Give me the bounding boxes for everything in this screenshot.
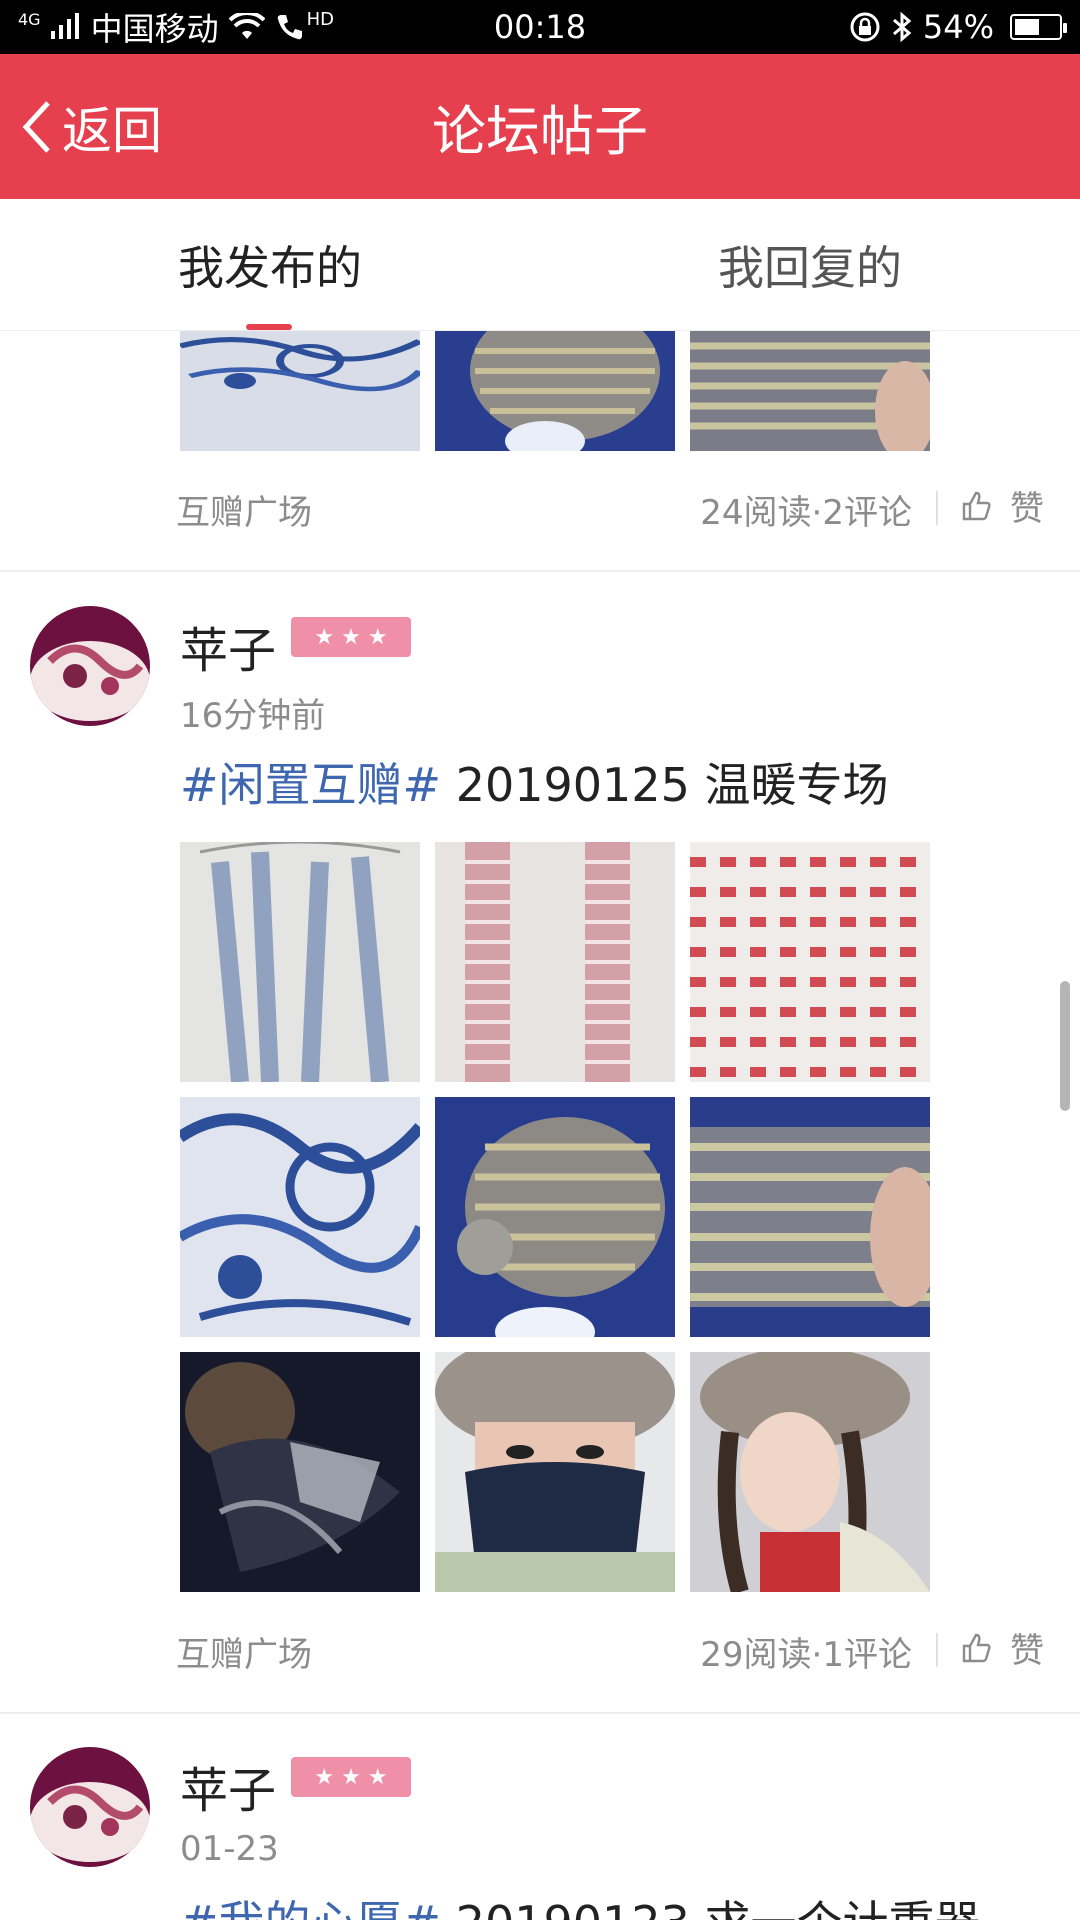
post-image[interactable] <box>690 1097 930 1337</box>
network-type: 4G <box>18 9 41 29</box>
battery-percent: 54% <box>922 8 994 46</box>
post-image[interactable] <box>690 842 930 1082</box>
app-header: 返回 论坛帖子 <box>0 54 1080 199</box>
thumbs-up-icon <box>962 491 991 520</box>
avatar[interactable] <box>30 606 150 726</box>
post-category[interactable]: 互赠广场 <box>176 485 312 534</box>
username[interactable]: 苹子 <box>180 611 276 681</box>
scrollbar[interactable] <box>1060 981 1070 1111</box>
status-right: 54% <box>849 8 1067 46</box>
divider <box>936 1633 938 1667</box>
battery-icon <box>1010 14 1067 40</box>
post-feed[interactable]: 互赠广场 24阅读·2评论 赞 苹子 ★ ★ ★ 16分钟前 #闲置互赠# 20… <box>0 331 1080 1920</box>
divider <box>936 491 938 525</box>
post-time: 01-23 <box>180 1829 279 1869</box>
tab-my-replies[interactable]: 我回复的 <box>540 199 1080 331</box>
level-badge: ★ ★ ★ <box>291 617 411 657</box>
battery-level <box>1015 19 1039 35</box>
post-stats: 24阅读·2评论 <box>700 493 912 533</box>
post-image[interactable] <box>690 1352 930 1592</box>
wifi-icon <box>228 13 265 39</box>
like-label: 赞 <box>1010 1631 1044 1671</box>
post-image[interactable] <box>180 842 420 1082</box>
like-button[interactable]: 赞 <box>960 1623 1044 1672</box>
post-time: 16分钟前 <box>180 696 326 736</box>
post-image[interactable] <box>435 842 675 1082</box>
status-left: 4G 中国移动 HD <box>18 4 342 50</box>
rotation-lock-icon <box>850 12 880 42</box>
like-label: 赞 <box>1010 489 1044 529</box>
page-title: 论坛帖子 <box>432 100 648 163</box>
post-separator <box>0 570 1080 572</box>
bluetooth-icon <box>892 11 912 43</box>
post-tag[interactable]: #我的心愿# <box>180 1896 441 1920</box>
post-image[interactable] <box>180 331 420 451</box>
hd-label: HD <box>306 8 334 30</box>
post-separator <box>0 1712 1080 1714</box>
level-badge: ★ ★ ★ <box>291 1757 411 1797</box>
post-image[interactable] <box>435 1097 675 1337</box>
post-title-text: 20190123 求一个计重器 <box>441 1896 981 1920</box>
status-bar: 4G 中国移动 HD 00:18 54% <box>0 0 1080 54</box>
post-title[interactable]: #我的心愿# 20190123 求一个计重器 <box>180 1887 980 1920</box>
username[interactable]: 苹子 <box>180 1751 276 1821</box>
post-category[interactable]: 互赠广场 <box>176 1627 312 1676</box>
post-title-text: 20190125 温暖专场 <box>441 758 889 812</box>
post-title[interactable]: #闲置互赠# 20190125 温暖专场 <box>180 749 888 815</box>
post-meta: 互赠广场 24阅读·2评论 赞 <box>0 467 1080 547</box>
post-image[interactable] <box>180 1097 420 1337</box>
like-button[interactable]: 赞 <box>960 481 1044 530</box>
active-tab-indicator <box>246 324 292 330</box>
phone-call-icon <box>277 15 302 40</box>
post-image[interactable] <box>435 1352 675 1592</box>
post-stats: 29阅读·1评论 <box>700 1635 912 1675</box>
post-image[interactable] <box>180 1352 420 1592</box>
post-tag[interactable]: #闲置互赠# <box>180 758 441 812</box>
tab-my-posts[interactable]: 我发布的 <box>0 199 540 331</box>
post-meta: 互赠广场 29阅读·1评论 赞 <box>0 1609 1080 1689</box>
post-image[interactable] <box>690 331 930 451</box>
tab-bar: 我发布的 我回复的 <box>0 199 1080 331</box>
thumbs-up-icon <box>962 1633 991 1662</box>
forum-posts-screen: 4G 中国移动 HD 00:18 54% 返回 论坛帖子 我发布的 我回复的 互… <box>0 0 1080 1920</box>
post-image[interactable] <box>435 331 675 451</box>
signal-icon <box>50 13 79 39</box>
carrier-name: 中国移动 <box>90 10 219 48</box>
avatar[interactable] <box>30 1747 150 1867</box>
